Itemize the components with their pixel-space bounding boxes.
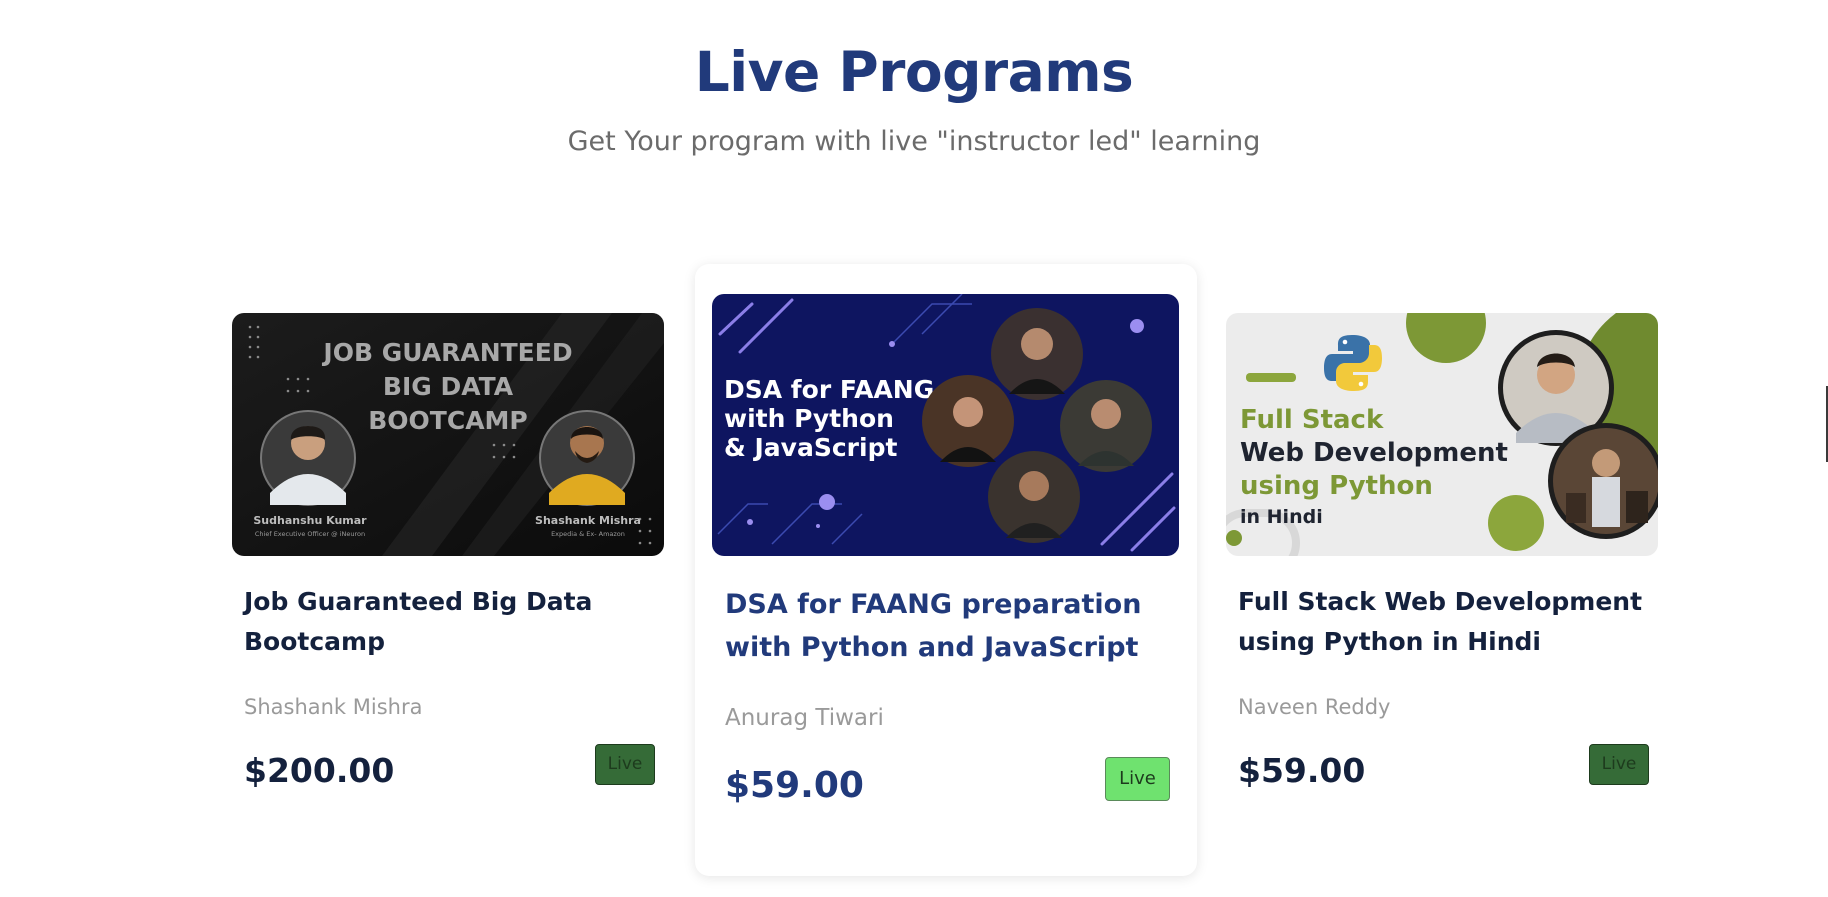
card-title[interactable]: Full Stack Web Development using Python … [1238, 582, 1648, 662]
thumb-person-2-name: Shashank Mishra [535, 514, 641, 527]
thumb-headline-2: BIG DATA [383, 372, 514, 401]
thumb-line-3: & JavaScript [724, 433, 897, 462]
live-badge: Live [1105, 757, 1170, 801]
thumb-line-2: Web Development [1240, 438, 1508, 468]
thumbnail-full-stack[interactable]: Full Stack Web Development using Python … [1226, 313, 1658, 556]
thumb-line-1: DSA for FAANG [724, 375, 934, 404]
portrait-2 [539, 410, 635, 506]
section-title: Live Programs [694, 40, 1134, 104]
thumb-headline-1: JOB GUARANTEED [321, 338, 572, 367]
card-instructor: Shashank Mishra [244, 695, 423, 719]
thumb-person-1-role: Chief Executive Officer @ iNeuron [255, 530, 365, 538]
thumb-line-4: in Hindi [1240, 506, 1323, 528]
thumb-line-1: Full Stack [1240, 405, 1384, 435]
thumb-person-2-role: Expedia & Ex- Amazon [551, 530, 625, 538]
thumb-headline-3: BOOTCAMP [368, 406, 528, 435]
thumbnail-big-data[interactable]: JOB GUARANTEED BIG DATA BOOTCAMP Sudhans… [232, 313, 664, 556]
program-card-dsa-faang[interactable]: DSA for FAANG with Python & JavaScript D… [695, 264, 1197, 876]
program-card-big-data[interactable]: JOB GUARANTEED BIG DATA BOOTCAMP Sudhans… [232, 313, 664, 813]
program-card-full-stack[interactable]: Full Stack Web Development using Python … [1226, 313, 1658, 813]
card-instructor: Naveen Reddy [1238, 695, 1391, 719]
thumb-line-3: using Python [1240, 471, 1433, 501]
thumbnail-dsa-faang[interactable]: DSA for FAANG with Python & JavaScript [712, 294, 1179, 556]
live-badge: Live [595, 744, 655, 785]
card-title[interactable]: Job Guaranteed Big Data Bootcamp [244, 582, 644, 662]
card-instructor: Anurag Tiwari [725, 705, 884, 731]
card-title[interactable]: DSA for FAANG preparation with Python an… [725, 583, 1175, 669]
thumb-person-1-name: Sudhanshu Kumar [253, 514, 367, 527]
portrait-1 [260, 410, 356, 506]
live-badge: Live [1589, 744, 1649, 785]
section-subtitle: Get Your program with live "instructor l… [567, 126, 1261, 157]
card-price: $200.00 [244, 751, 395, 790]
card-price: $59.00 [725, 765, 864, 806]
thumb-line-2: with Python [724, 404, 894, 433]
live-programs-section: Live Programs Get Your program with live… [0, 0, 1828, 897]
card-price: $59.00 [1238, 751, 1366, 790]
